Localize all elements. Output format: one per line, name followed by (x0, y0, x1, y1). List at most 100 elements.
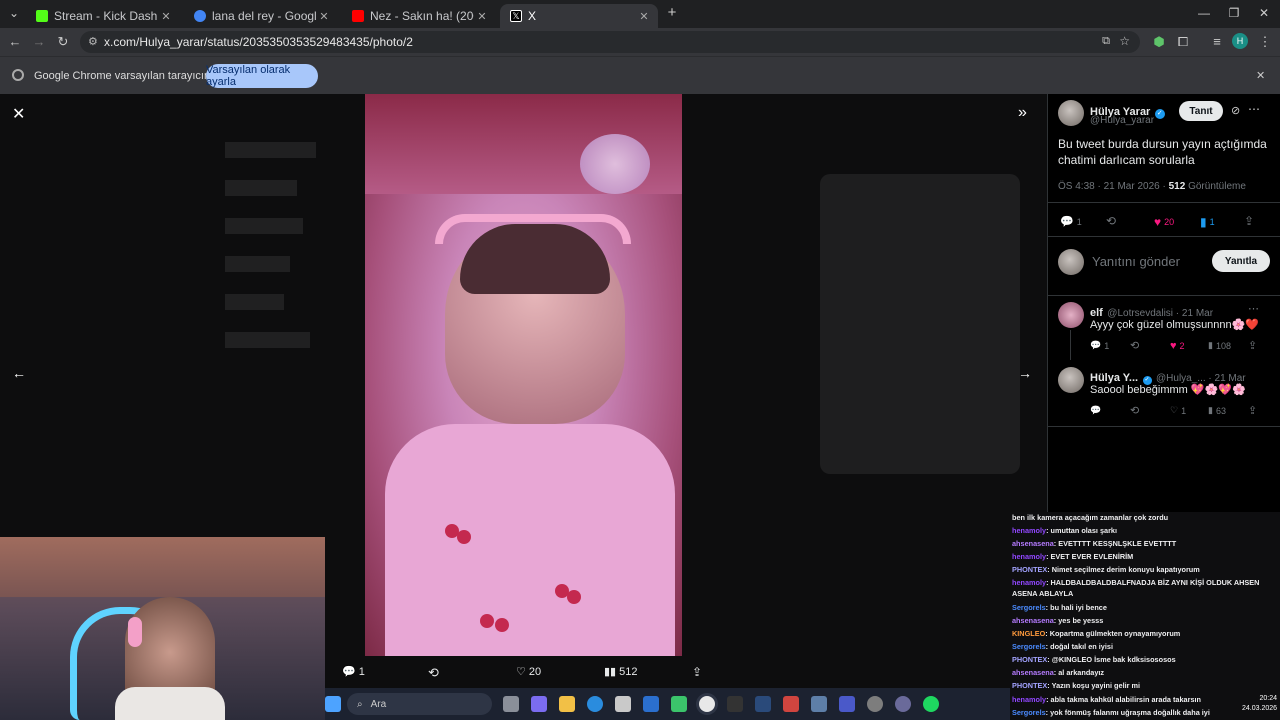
views-button[interactable]: ▮▮ 512 (604, 665, 637, 679)
new-tab-icon[interactable]: + (662, 4, 682, 21)
chat-text: : HALDBALDBALDBALFNADJA BİZ AYNI KİŞİ OL… (1046, 578, 1260, 587)
edge-icon[interactable] (587, 696, 603, 712)
more-icon[interactable]: ⋯ (1248, 302, 1259, 315)
avatar[interactable] (1058, 302, 1084, 328)
forward-icon[interactable]: → (30, 34, 48, 49)
share-button[interactable]: ⇪ (1244, 214, 1254, 228)
tweet-panel: Hülya Yarar ✓ @Hulya_yarar Tanıt ⊘ ⋯ Bu … (1047, 94, 1280, 514)
restore-icon[interactable]: ❐ (1224, 6, 1244, 20)
cam-shirt (115, 687, 225, 720)
tab-x[interactable]: 𝕏 X ✕ (500, 4, 658, 28)
copilot-icon[interactable] (531, 696, 547, 712)
avatar[interactable] (1058, 100, 1084, 126)
reply-button[interactable]: 💬 1 (1060, 215, 1082, 228)
reload-icon[interactable]: ↻ (54, 34, 72, 50)
background-sidebar (225, 134, 355, 554)
like-button[interactable]: ♥ 2 (1170, 340, 1185, 352)
reply-button[interactable]: 💬 1 (1090, 340, 1109, 351)
share-button[interactable]: ⇪ (692, 665, 702, 679)
like-button[interactable]: ♥ 20 (1154, 215, 1174, 229)
taskbar-search[interactable]: ⌕ Ara (347, 693, 492, 715)
store-icon[interactable] (615, 696, 631, 712)
app-icon[interactable] (783, 696, 799, 712)
chat-message: KINGLEO: Kopartma gülmekten oynayamıyoru… (1012, 629, 1278, 638)
reply-submit-button[interactable]: Yanıtla (1212, 250, 1270, 272)
close-viewer-icon[interactable]: ✕ (12, 104, 25, 124)
close-icon[interactable]: ✕ (158, 10, 174, 23)
bar-chart-icon: ▮ (1208, 340, 1213, 350)
window-close-icon[interactable]: ✕ (1254, 6, 1274, 20)
chat-user: henamoly (1012, 526, 1047, 535)
address-bar[interactable]: ⚙ x.com/Hulya_yarar/status/2035350353529… (80, 31, 1140, 53)
bookmark-star-icon[interactable]: ☆ (1119, 34, 1130, 48)
photo-headphones (435, 214, 631, 244)
install-icon[interactable]: ⧉ (1102, 35, 1110, 48)
profile-avatar[interactable]: H (1232, 33, 1248, 49)
tab-google[interactable]: lana del rey - Google'da Ara ✕ (184, 4, 338, 28)
spotify-icon[interactable] (923, 696, 939, 712)
infobar-close-icon[interactable]: ✕ (1256, 69, 1265, 82)
photo-lamp (580, 134, 650, 194)
xbox-icon[interactable] (671, 696, 687, 712)
previous-photo-icon[interactable]: ← (12, 365, 26, 381)
site-info-icon[interactable]: ⚙ (88, 35, 98, 48)
share-button[interactable]: ⇪ (1248, 404, 1257, 417)
extensions-icon[interactable]: ⧠ (1174, 34, 1192, 50)
repost-icon: ⟲ (428, 665, 439, 680)
epic-games-icon[interactable] (727, 696, 743, 712)
avatar[interactable] (1058, 367, 1084, 393)
chat-message: Sergorels: doğal takıl en iyisi (1012, 642, 1278, 651)
collapse-panel-icon[interactable]: » (1018, 104, 1027, 122)
like-button[interactable]: ♡ 1 (1170, 405, 1186, 416)
reply-icon: 💬 (1090, 340, 1102, 350)
file-explorer-icon[interactable] (559, 696, 575, 712)
repost-button[interactable]: ⟲ (1106, 214, 1116, 228)
bookmark-button[interactable]: ▮ 1 (1200, 215, 1215, 229)
heart-filled-icon: ♥ (1154, 215, 1162, 229)
steam-icon[interactable] (755, 696, 771, 712)
chat-user: Sergorels (1012, 642, 1046, 651)
repost-icon: ⟲ (1106, 214, 1117, 228)
tab-youtube[interactable]: Nez - Sakın ha! (2002 , Erol Köse ✕ (342, 4, 496, 28)
follow-button[interactable]: Tanıt (1179, 101, 1223, 121)
minimize-icon[interactable]: — (1194, 6, 1214, 20)
close-icon[interactable]: ✕ (636, 10, 652, 23)
task-view-icon[interactable] (503, 696, 519, 712)
chat-message: henamoly: HALDBALDBALDBALFNADJA BİZ AYNI… (1012, 578, 1278, 587)
app-icon[interactable] (811, 696, 827, 712)
media-control-icon[interactable]: ≡ (1208, 34, 1226, 49)
repost-button[interactable]: ⟲ (428, 665, 439, 681)
app-icon[interactable] (895, 696, 911, 712)
reply-button[interactable]: 💬 (1090, 405, 1101, 416)
more-icon[interactable]: ⋯ (1248, 102, 1260, 116)
x-icon: 𝕏 (510, 10, 522, 22)
stream-chat-overlay: ben ilk kamera açacağım zamanlar çok zor… (1010, 512, 1280, 720)
set-default-button[interactable]: Varsayılan olarak ayarla (206, 64, 318, 88)
tab-title: X (528, 9, 537, 23)
next-photo-icon[interactable]: → (1018, 365, 1032, 381)
like-button[interactable]: ♡ 20 (516, 665, 541, 679)
obs-icon[interactable] (867, 696, 883, 712)
chat-text: ASENA ABLAYLA (1012, 589, 1074, 598)
back-icon[interactable]: ← (6, 34, 24, 49)
chrome-icon[interactable] (699, 696, 715, 712)
close-icon[interactable]: ✕ (316, 10, 332, 23)
repost-button[interactable]: ⟲ (1130, 404, 1139, 417)
share-button[interactable]: ⇪ (1248, 339, 1257, 352)
tab-search-icon[interactable]: ⌄ (4, 6, 24, 20)
google-icon (194, 10, 206, 22)
grok-icon[interactable]: ⊘ (1231, 104, 1240, 117)
menu-icon[interactable]: ⋮ (1256, 34, 1274, 50)
close-icon[interactable]: ✕ (474, 10, 490, 23)
outlook-icon[interactable] (643, 696, 659, 712)
shield-extension-icon[interactable]: ⬢ (1150, 34, 1168, 50)
views-button[interactable]: ▮ 108 (1208, 340, 1231, 351)
app-icon[interactable] (839, 696, 855, 712)
tab-kick[interactable]: Stream - Kick Dashboard ✕ (26, 4, 180, 28)
reply-input[interactable]: Yanıtını gönder (1092, 254, 1180, 269)
views-button[interactable]: ▮ 63 (1208, 405, 1226, 416)
reply-button[interactable]: 💬 1 (342, 665, 365, 679)
windows-start-icon[interactable] (325, 696, 341, 712)
repost-button[interactable]: ⟲ (1130, 339, 1139, 352)
system-clock[interactable]: 20:24 24.03.2026 (1242, 694, 1277, 714)
